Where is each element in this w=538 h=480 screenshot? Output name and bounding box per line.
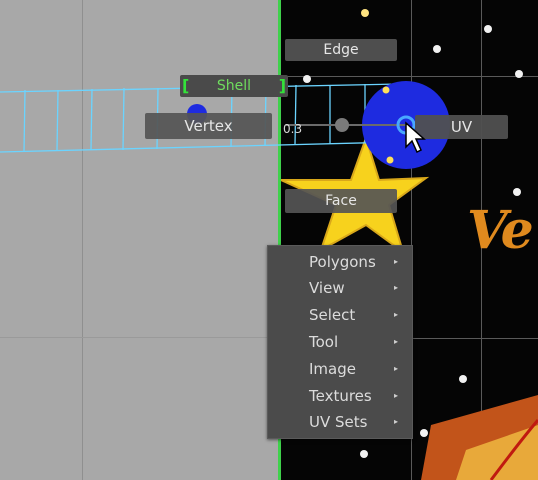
mouse-cursor-icon: [405, 121, 426, 154]
menu-item-label: View: [309, 279, 345, 297]
menu-item-label: Tool: [309, 333, 339, 351]
menu-item-label: Select: [309, 306, 356, 324]
uv-point: [386, 156, 394, 164]
menu-item-label: UV Sets: [309, 413, 368, 431]
menu-item-uv-sets[interactable]: UV Sets ▸: [268, 409, 412, 435]
submenu-arrow-icon: ▸: [393, 310, 398, 319]
shell-option[interactable]: [ Shell ]: [180, 75, 288, 97]
menu-item-view[interactable]: View ▸: [268, 275, 412, 301]
vertex-option[interactable]: Vertex: [145, 113, 272, 139]
marking-menu-center-dot: [335, 118, 349, 132]
menu-item-tool[interactable]: Tool ▸: [268, 329, 412, 355]
menu-item-label: Textures: [309, 387, 372, 405]
menu-item-label: Image: [309, 360, 356, 378]
menu-item-polygons[interactable]: Polygons ▸: [268, 249, 412, 275]
uv-editor-viewport[interactable]: Ve Edge [ Shell ] Vertex 0.3 UV Face Pol…: [0, 0, 538, 480]
menu-item-label: Polygons: [309, 253, 376, 271]
edge-option[interactable]: Edge: [285, 39, 397, 61]
submenu-arrow-icon: ▸: [393, 364, 398, 373]
bracket-left-icon: [: [182, 76, 190, 95]
submenu-arrow-icon: ▸: [393, 337, 398, 346]
menu-item-textures[interactable]: Textures ▸: [268, 383, 412, 409]
uv-point: [382, 86, 390, 94]
face-option[interactable]: Face: [285, 189, 397, 213]
submenu-arrow-icon: ▸: [393, 257, 398, 266]
context-menu: Polygons ▸ View ▸ Select ▸ Tool ▸ Image …: [267, 245, 413, 439]
shell-option-label: Shell: [216, 78, 252, 94]
submenu-arrow-icon: ▸: [393, 391, 398, 400]
value-readout: 0.3: [283, 122, 303, 136]
menu-item-select[interactable]: Select ▸: [268, 302, 412, 328]
menu-item-image[interactable]: Image ▸: [268, 356, 412, 382]
submenu-arrow-icon: ▸: [393, 283, 398, 292]
bracket-right-icon: ]: [278, 76, 286, 95]
submenu-arrow-icon: ▸: [393, 417, 398, 426]
